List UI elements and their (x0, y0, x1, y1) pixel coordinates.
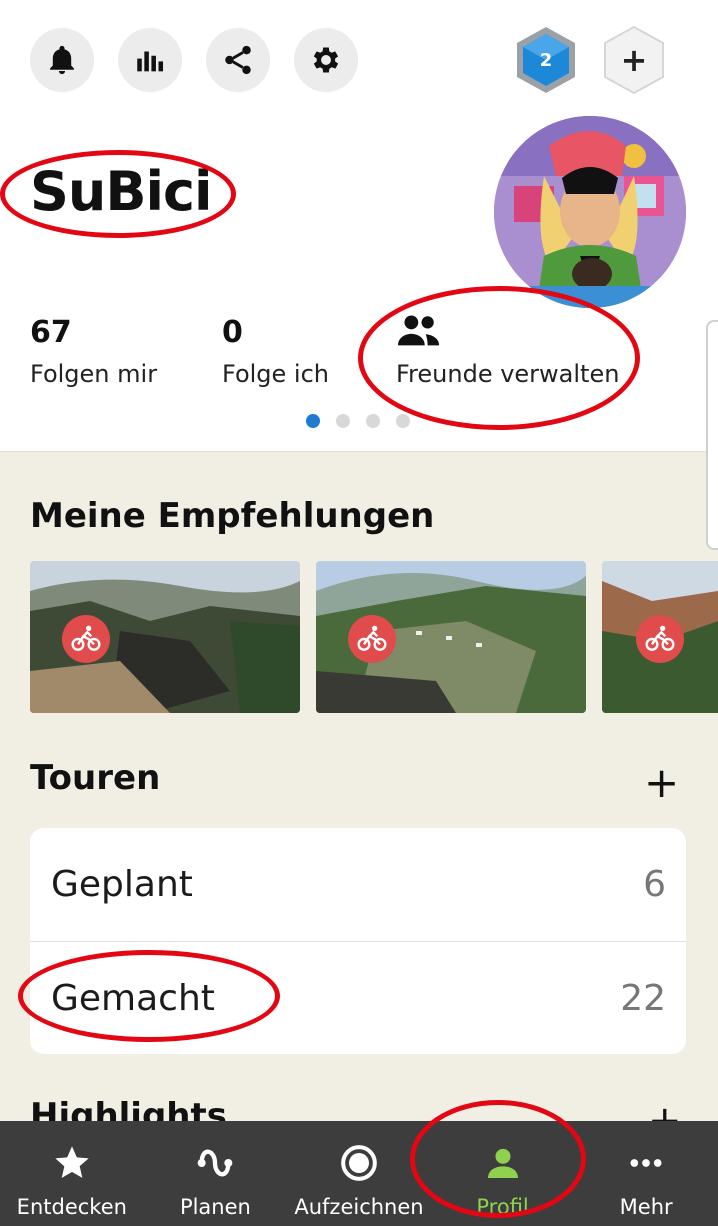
side-panel-handle[interactable] (706, 320, 718, 550)
bike-icon (71, 625, 101, 651)
add-tour-button[interactable]: + (644, 762, 679, 804)
more-icon (630, 1159, 662, 1167)
nav-profile-label: Profil (476, 1195, 529, 1219)
settings-icon (313, 47, 339, 73)
page-dot-active (306, 414, 320, 428)
page-dot (366, 414, 380, 428)
tours-card: Geplant 6 Gemacht 22 (30, 828, 686, 1054)
tours-completed-count: 22 (620, 977, 666, 1019)
tours-planned-label: Geplant (51, 864, 193, 905)
stats-icon (137, 51, 164, 72)
recommendation-card[interactable] (316, 561, 586, 713)
manage-friends-label[interactable]: Freunde verwalten (396, 360, 619, 388)
nav-plan-label: Planen (179, 1195, 251, 1219)
following-count[interactable]: 0 (222, 315, 243, 350)
avatar-image (494, 116, 686, 308)
bike-icon (645, 625, 675, 651)
bottom-navigation: Entdecken Planen Aufzeichnen Profil Mehr (0, 1121, 718, 1226)
page-indicator (306, 414, 410, 428)
tours-planned-row[interactable]: Geplant 6 (30, 828, 686, 941)
route-icon (198, 1149, 233, 1177)
share-icon (225, 45, 251, 75)
bell-icon (50, 45, 74, 75)
bike-tour-badge (636, 615, 684, 663)
person-icon (487, 1148, 518, 1178)
share-button[interactable] (206, 28, 270, 92)
nav-more[interactable]: Mehr (574, 1121, 718, 1226)
nav-profile[interactable]: Profil (431, 1121, 575, 1226)
followers-count[interactable]: 67 (30, 315, 72, 350)
nav-discover-label: Entdecken (16, 1195, 127, 1219)
record-icon (341, 1145, 377, 1181)
avatar[interactable] (494, 116, 686, 308)
page-dot (396, 414, 410, 428)
tours-completed-row[interactable]: Gemacht 22 (30, 941, 686, 1054)
star-icon (55, 1146, 89, 1178)
add-badge-button[interactable]: + (602, 25, 666, 95)
bike-tour-badge (62, 615, 110, 663)
nav-record[interactable]: Aufzeichnen (287, 1121, 431, 1226)
statistics-button[interactable] (118, 28, 182, 92)
recommendations-title: Meine Empfehlungen (30, 496, 435, 536)
bike-icon (357, 625, 387, 651)
page-dot (336, 414, 350, 428)
settings-button[interactable] (294, 28, 358, 92)
tours-planned-count: 6 (643, 864, 666, 905)
nav-record-label: Aufzeichnen (294, 1195, 424, 1219)
friends-icon[interactable] (396, 312, 442, 352)
level-badge[interactable]: 2 (514, 25, 578, 95)
following-label[interactable]: Folge ich (222, 360, 329, 388)
tours-completed-label: Gemacht (51, 977, 215, 1019)
followers-label[interactable]: Folgen mir (30, 360, 157, 388)
plus-icon: + (620, 41, 648, 79)
level-number: 2 (539, 49, 553, 71)
tours-title: Touren (30, 758, 161, 798)
nav-discover[interactable]: Entdecken (0, 1121, 144, 1226)
nav-more-label: Mehr (619, 1195, 673, 1219)
nav-plan[interactable]: Planen (144, 1121, 288, 1226)
bike-tour-badge (348, 615, 396, 663)
notifications-button[interactable] (30, 28, 94, 92)
recommendation-card[interactable] (602, 561, 718, 713)
profile-header: 2 + SuBici 67 Folgen mir 0 Folge ich Fre… (0, 0, 718, 452)
recommendation-card[interactable] (30, 561, 300, 713)
username: SuBici (30, 160, 213, 223)
